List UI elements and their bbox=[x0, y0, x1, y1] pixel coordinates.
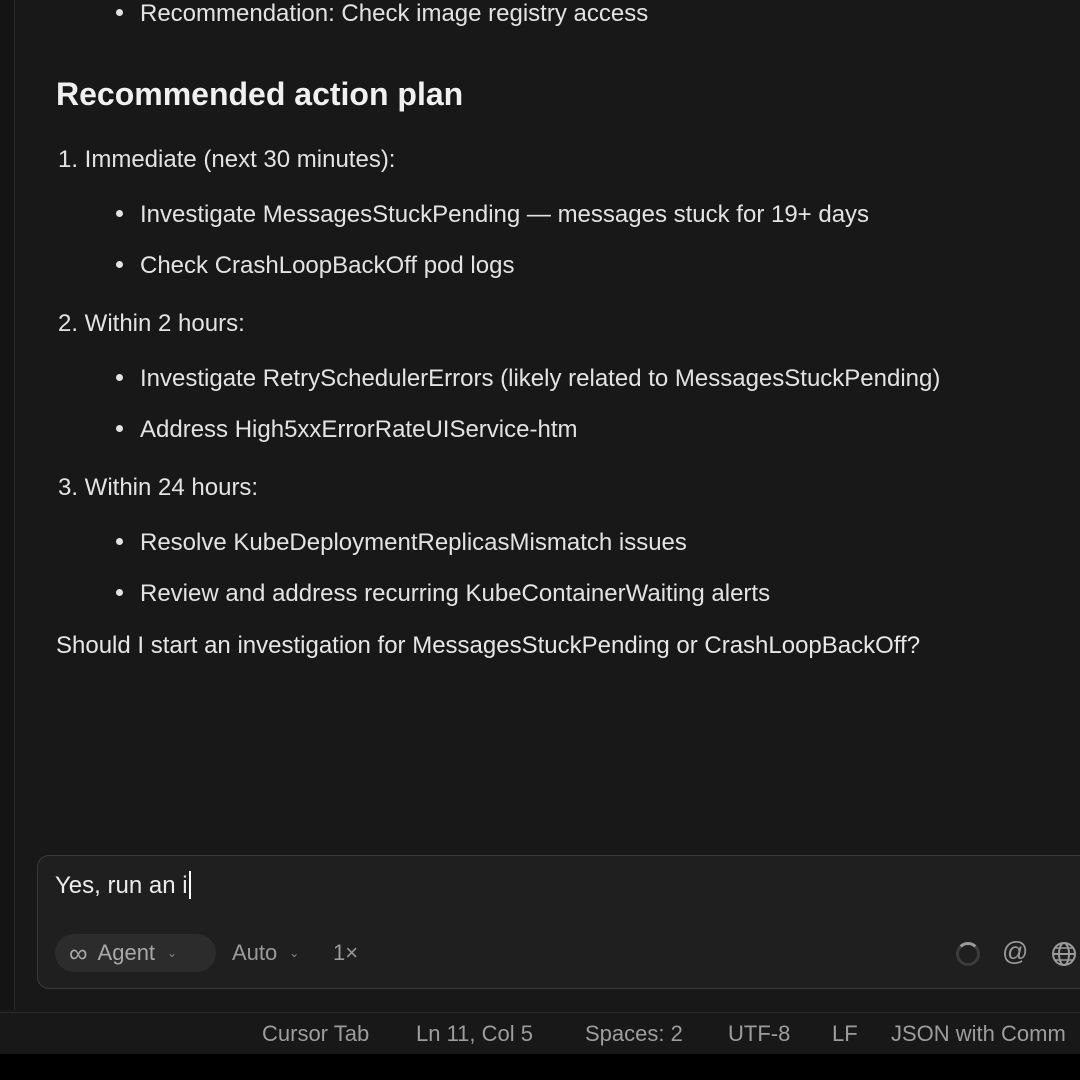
status-encoding[interactable]: UTF-8 bbox=[728, 1021, 790, 1047]
status-indentation[interactable]: Spaces: 2 bbox=[585, 1021, 683, 1047]
bullet-icon bbox=[116, 425, 123, 433]
chevron-down-icon: ⌄ bbox=[167, 946, 178, 960]
step-label: 2. Within 2 hours: bbox=[58, 310, 245, 337]
chevron-down-icon: ⌄ bbox=[289, 946, 300, 960]
status-eol[interactable]: LF bbox=[832, 1021, 858, 1047]
step-label: 3. Within 24 hours: bbox=[58, 474, 259, 501]
agent-mode-label: Agent bbox=[97, 940, 156, 965]
list-item: Address High5xxErrorRateUIService-htm bbox=[116, 416, 577, 444]
infinity-icon: ∞ bbox=[69, 937, 88, 968]
agent-mode-button[interactable]: ∞ Agent ⌄ bbox=[55, 934, 216, 972]
list-item: Recommendation: Check image registry acc… bbox=[116, 0, 648, 28]
model-select[interactable]: Auto ⌄ bbox=[232, 934, 299, 972]
assistant-question: Should I start an investigation for Mess… bbox=[56, 632, 921, 659]
bottom-edge bbox=[0, 1054, 1080, 1080]
bullet-icon bbox=[116, 210, 123, 218]
list-item: Investigate RetrySchedulerErrors (likely… bbox=[116, 365, 940, 393]
bullet-icon bbox=[116, 538, 123, 546]
chat-input[interactable]: Yes, run an i bbox=[55, 870, 191, 901]
bullet-icon bbox=[116, 261, 123, 269]
list-item: Resolve KubeDeploymentReplicasMismatch i… bbox=[116, 529, 687, 557]
status-language[interactable]: JSON with Comm bbox=[891, 1021, 1066, 1047]
status-position[interactable]: Ln 11, Col 5 bbox=[416, 1021, 533, 1047]
step-label: 1. Immediate (next 30 minutes): bbox=[58, 146, 396, 173]
bullet-icon bbox=[116, 374, 123, 382]
spinner-icon bbox=[956, 942, 980, 966]
list-item: Check CrashLoopBackOff pod logs bbox=[116, 252, 514, 280]
globe-icon[interactable] bbox=[1050, 940, 1078, 968]
list-item: Investigate MessagesStuckPending — messa… bbox=[116, 201, 869, 229]
bullet-icon bbox=[116, 589, 123, 597]
status-cursor-tab[interactable]: Cursor Tab bbox=[262, 1021, 369, 1047]
left-gutter bbox=[0, 0, 15, 1010]
editor-window: Recommendation: Check image registry acc… bbox=[0, 0, 1080, 1054]
status-bar: Cursor Tab Ln 11, Col 5 Spaces: 2 UTF-8 … bbox=[0, 1012, 1080, 1054]
chat-composer[interactable]: Yes, run an i ∞ Agent ⌄ Auto ⌄ 1× @ bbox=[37, 855, 1080, 989]
section-heading: Recommended action plan bbox=[56, 76, 464, 112]
model-label: Auto bbox=[232, 940, 278, 965]
multiplier-button[interactable]: 1× bbox=[333, 934, 358, 972]
bullet-icon bbox=[116, 9, 123, 17]
list-item: Review and address recurring KubeContain… bbox=[116, 580, 770, 608]
at-icon[interactable]: @ bbox=[1002, 936, 1028, 967]
text-caret bbox=[188, 870, 191, 899]
